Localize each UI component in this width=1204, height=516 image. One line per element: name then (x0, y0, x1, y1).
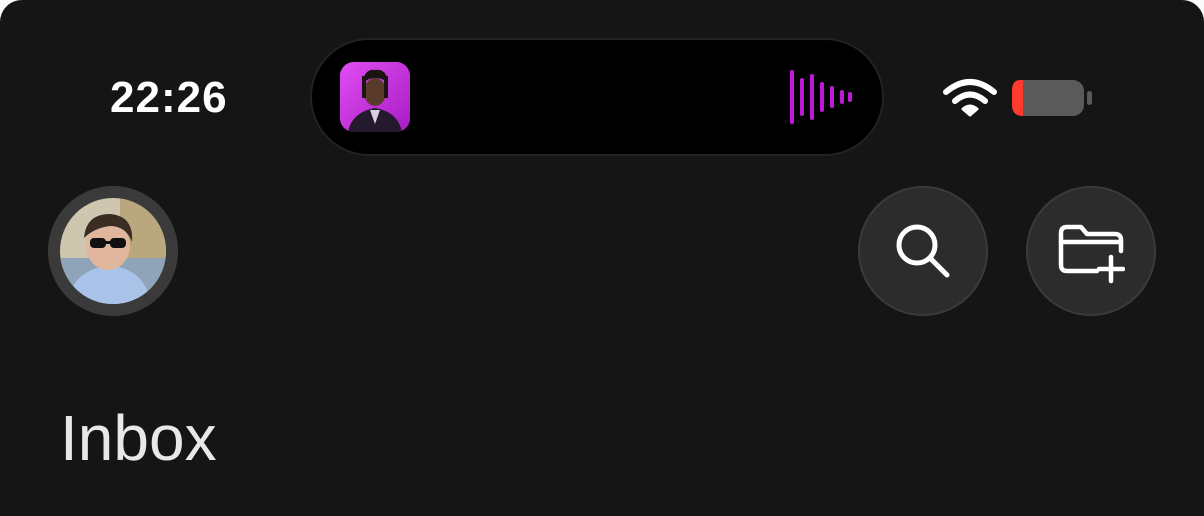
page-title: Inbox (60, 402, 217, 474)
app-screen: 22:26 Inbox (0, 0, 1204, 516)
search-button[interactable] (858, 186, 988, 316)
status-time: 22:26 (110, 73, 228, 122)
battery-low-icon (1012, 80, 1092, 116)
wifi-icon (943, 79, 997, 117)
dynamic-island[interactable] (312, 40, 882, 154)
audio-waveform-icon (790, 70, 852, 124)
avatar (60, 198, 166, 304)
new-folder-button[interactable] (1026, 186, 1156, 316)
profile-avatar-button[interactable] (48, 186, 178, 316)
search-icon (896, 224, 950, 278)
folder-plus-icon (1058, 224, 1125, 284)
album-artwork-icon (340, 62, 410, 132)
